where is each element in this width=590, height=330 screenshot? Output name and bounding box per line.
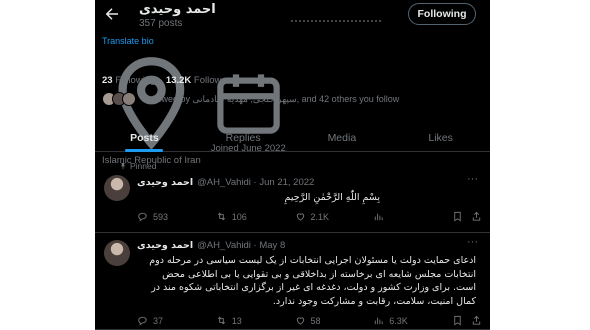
repost-icon [217, 316, 225, 325]
heart-icon [296, 213, 304, 221]
avatar[interactable] [104, 175, 130, 201]
following-count: 23 [102, 75, 113, 86]
tweet-text: ادعای حمایت دولت یا مسئولان اجرایی انتخا… [149, 255, 476, 307]
views-icon [375, 317, 383, 325]
pinned-label: Pinned [119, 161, 156, 171]
bookmark-icon[interactable] [452, 315, 463, 326]
views-icon [375, 213, 383, 221]
repost-button[interactable]: 13 [216, 315, 295, 326]
share-actions [452, 211, 482, 222]
followed-by-row[interactable]: Followed by سپهر خلجی, مهدیه شادمانی, an… [102, 92, 399, 106]
reply-icon [138, 316, 147, 326]
share-actions [452, 315, 482, 326]
views-button[interactable] [373, 211, 452, 222]
tweet-header: احمد وحیدی @AH_Vahidi · May 8 [137, 240, 285, 251]
repost-button[interactable]: 106 [216, 211, 295, 222]
profile-name: احمد وحیدی [139, 2, 216, 17]
tweet-handle-date: @AH_Vahidi · Jun 21, 2022 [197, 177, 315, 188]
followers-count: 13.2K [165, 75, 192, 86]
reply-icon [138, 212, 147, 222]
more-options-icon[interactable]: ··· [467, 236, 478, 248]
tweet-text: بِسْمِ اللّٰهِ الرَّحْمٰنِ الرَّحِیمِ [284, 192, 380, 203]
following-button[interactable]: Following [408, 3, 476, 25]
profile-tabs: Posts Replies Media Likes [95, 124, 490, 152]
tab-media[interactable]: Media [293, 124, 392, 151]
repost-count: 13 [231, 315, 242, 326]
left-margin [0, 0, 95, 330]
follow-stats: 23 Following 13.2K Followers [102, 75, 235, 86]
avatar[interactable] [104, 240, 130, 266]
tweet-pinned[interactable]: Pinned احمد وحیدی @AH_Vahidi · Jun 21, 20… [95, 153, 490, 233]
like-button[interactable]: 2.1K [295, 211, 374, 222]
followers-stat[interactable]: 13.2K Followers [166, 75, 235, 86]
follower-avatars [102, 92, 136, 106]
following-label: Following [115, 75, 156, 86]
tab-replies[interactable]: Replies [194, 124, 293, 151]
views-button[interactable]: 6.3K [373, 315, 452, 326]
reply-count: 37 [153, 315, 164, 326]
back-arrow-icon[interactable] [103, 5, 121, 23]
tweet-actions: 37 13 58 6.3K [137, 315, 482, 326]
like-count: 58 [310, 315, 321, 326]
post-count: 357 posts [139, 18, 183, 29]
followed-by-text: Followed by سپهر خلجی, مهدیه شادمانی, an… [142, 93, 400, 104]
repost-icon [217, 212, 225, 221]
translate-bio-link[interactable]: Translate bio [102, 36, 154, 46]
pinned-text: Pinned [130, 161, 157, 171]
tab-posts[interactable]: Posts [95, 124, 194, 151]
like-button[interactable]: 58 [295, 315, 374, 326]
repost-count: 106 [231, 211, 247, 222]
tweet-actions: 593 106 2.1K [137, 211, 482, 222]
right-margin [490, 0, 590, 330]
reply-button[interactable]: 37 [137, 315, 216, 326]
tweet[interactable]: احمد وحیدی @AH_Vahidi · May 8 ··· ادعای ح… [95, 233, 490, 330]
reply-count: 593 [153, 211, 169, 222]
tab-likes[interactable]: Likes [391, 124, 490, 151]
avatar [122, 92, 136, 106]
bookmark-icon[interactable] [452, 211, 463, 222]
tweet-author-name[interactable]: احمد وحیدی [137, 240, 193, 251]
profile-frame: احمد وحیدی 357 posts Following Translate… [95, 0, 490, 330]
followers-label: Followers [193, 75, 235, 86]
redacted-area [291, 20, 381, 22]
tweet-author-name[interactable]: احمد وحیدی [137, 177, 193, 188]
like-count: 2.1K [310, 211, 330, 222]
view-count: 6.3K [389, 315, 408, 326]
tweet-header: احمد وحیدی @AH_Vahidi · Jun 21, 2022 [137, 177, 314, 188]
heart-icon [296, 317, 304, 325]
pin-icon [121, 163, 125, 170]
share-icon[interactable] [471, 315, 482, 326]
tweet-handle-date: @AH_Vahidi · May 8 [197, 240, 286, 251]
following-stat[interactable]: 23 Following [102, 75, 155, 86]
share-icon[interactable] [471, 211, 482, 222]
profile-header: احمد وحیدی 357 posts Following [95, 0, 490, 32]
reply-button[interactable]: 593 [137, 211, 216, 222]
more-options-icon[interactable]: ··· [467, 173, 478, 185]
